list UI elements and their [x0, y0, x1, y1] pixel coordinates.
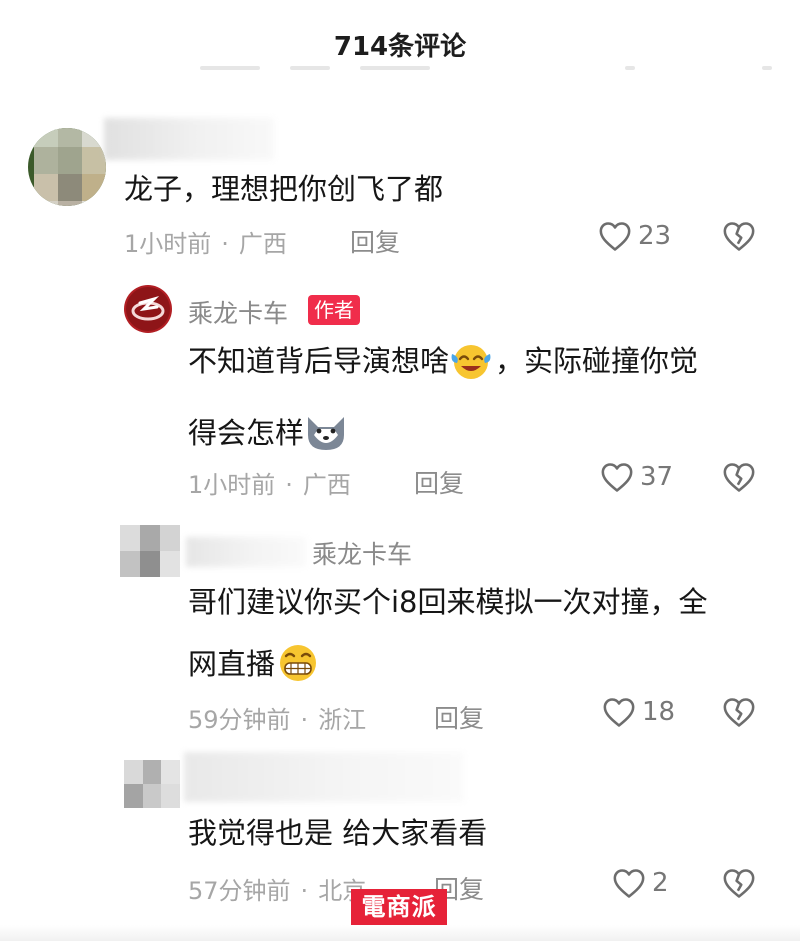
like-count: 18 — [642, 697, 676, 727]
grinning-emoji — [275, 642, 321, 705]
pixelated-avatar-overlay — [34, 128, 106, 206]
like-button[interactable]: 18 — [602, 696, 675, 728]
comment-location: 广西 — [238, 230, 287, 258]
broken-heart-icon — [723, 869, 755, 898]
comment-time: 57分钟前 — [188, 877, 291, 905]
author-name[interactable]: 乘龙卡车 — [188, 294, 288, 330]
comments-header: 714条评论 — [0, 0, 800, 72]
comment-text: 龙子，理想把你创飞了都 — [124, 172, 444, 206]
dislike-button[interactable] — [722, 867, 756, 903]
comment-4: 我觉得也是 给大家看看 57分钟前 · 北京 回复 2 — [0, 740, 800, 910]
comment-meta: 59分钟前 · 浙江 — [188, 706, 367, 734]
like-button[interactable]: 2 — [612, 867, 669, 899]
comment-time: 1小时前 — [124, 230, 212, 258]
comment-text: 不知道背后导演想啥 ，实际碰撞你觉 得会怎样 — [188, 330, 698, 474]
heart-outline-icon — [601, 463, 633, 492]
reply-button[interactable]: 回复 — [434, 699, 484, 735]
broken-heart-icon — [723, 463, 755, 492]
heart-outline-icon — [603, 698, 635, 727]
comment-time: 59分钟前 — [188, 706, 291, 734]
laughing-tears-emoji — [449, 340, 495, 402]
dislike-button[interactable] — [722, 696, 756, 732]
heart-outline-icon — [599, 222, 631, 251]
blurred-username — [104, 118, 274, 160]
reply-button[interactable]: 回复 — [414, 464, 464, 500]
comment-count-title: 714条评论 — [333, 32, 467, 62]
comment-meta: 1小时前 · 广西 — [188, 471, 351, 499]
broken-heart-icon — [723, 698, 755, 727]
like-count: 23 — [638, 221, 672, 251]
brand-logo-icon — [126, 287, 170, 331]
broken-heart-icon — [723, 222, 755, 251]
comment-meta: 1小时前 · 广西 — [124, 230, 287, 258]
blurred-username — [184, 752, 464, 802]
pixelated-avatar[interactable] — [124, 760, 180, 808]
pixelated-avatar[interactable] — [120, 525, 180, 577]
avatar[interactable] — [28, 128, 106, 206]
comment-location: 广西 — [302, 471, 351, 499]
watermark-logo: 電商派 — [351, 889, 447, 925]
scrolled-content-ghost — [0, 62, 800, 76]
comment-1: 龙子，理想把你创飞了都 1小时前 · 广西 回复 23 — [0, 100, 800, 270]
comment-3: 乘龙卡车 哥们建议你买个i8回来模拟一次对撞，全 网直播 59分钟前 · 浙江 回复… — [0, 515, 800, 735]
reply-to-name[interactable]: 乘龙卡车 — [312, 535, 412, 571]
comment-meta: 57分钟前 · 北京 — [188, 877, 367, 905]
heart-outline-icon — [613, 869, 645, 898]
reply-button[interactable]: 回复 — [350, 223, 400, 259]
like-button[interactable]: 37 — [600, 461, 673, 493]
like-count: 2 — [652, 868, 669, 898]
author-badge: 作者 — [308, 295, 360, 325]
comment-location: 浙江 — [318, 706, 367, 734]
comment-time: 1小时前 — [188, 471, 276, 499]
blurred-username — [186, 537, 306, 567]
comment-2: 乘龙卡车 作者 不知道背后导演想啥 ，实际碰撞你觉 得会怎样 1小时前 · 广西 回复… — [0, 275, 800, 505]
dislike-button[interactable] — [722, 461, 756, 497]
bottom-edge — [0, 925, 800, 941]
author-avatar[interactable] — [124, 285, 172, 333]
like-count: 37 — [640, 462, 674, 492]
like-button[interactable]: 23 — [598, 220, 671, 252]
dislike-button[interactable] — [722, 220, 756, 256]
comment-text: 哥们建议你买个i8回来模拟一次对撞，全 网直播 — [188, 571, 708, 705]
comment-text: 我觉得也是 给大家看看 — [188, 816, 488, 850]
